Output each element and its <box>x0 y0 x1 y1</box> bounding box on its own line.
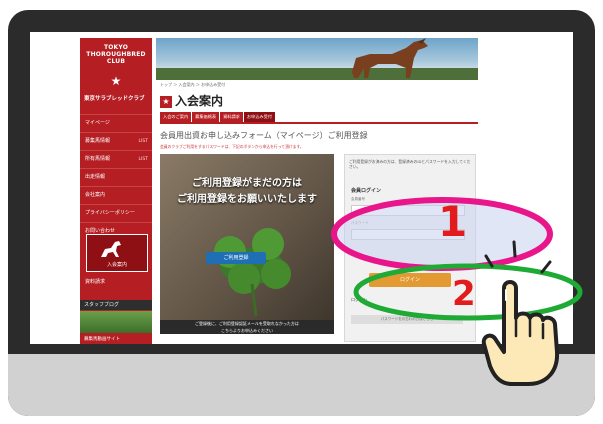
step-2-number: 2 <box>452 274 476 314</box>
instruction-overlay: 1 2 <box>331 197 583 386</box>
pointing-hand-icon <box>481 280 560 386</box>
step-1-number: 1 <box>438 197 467 246</box>
